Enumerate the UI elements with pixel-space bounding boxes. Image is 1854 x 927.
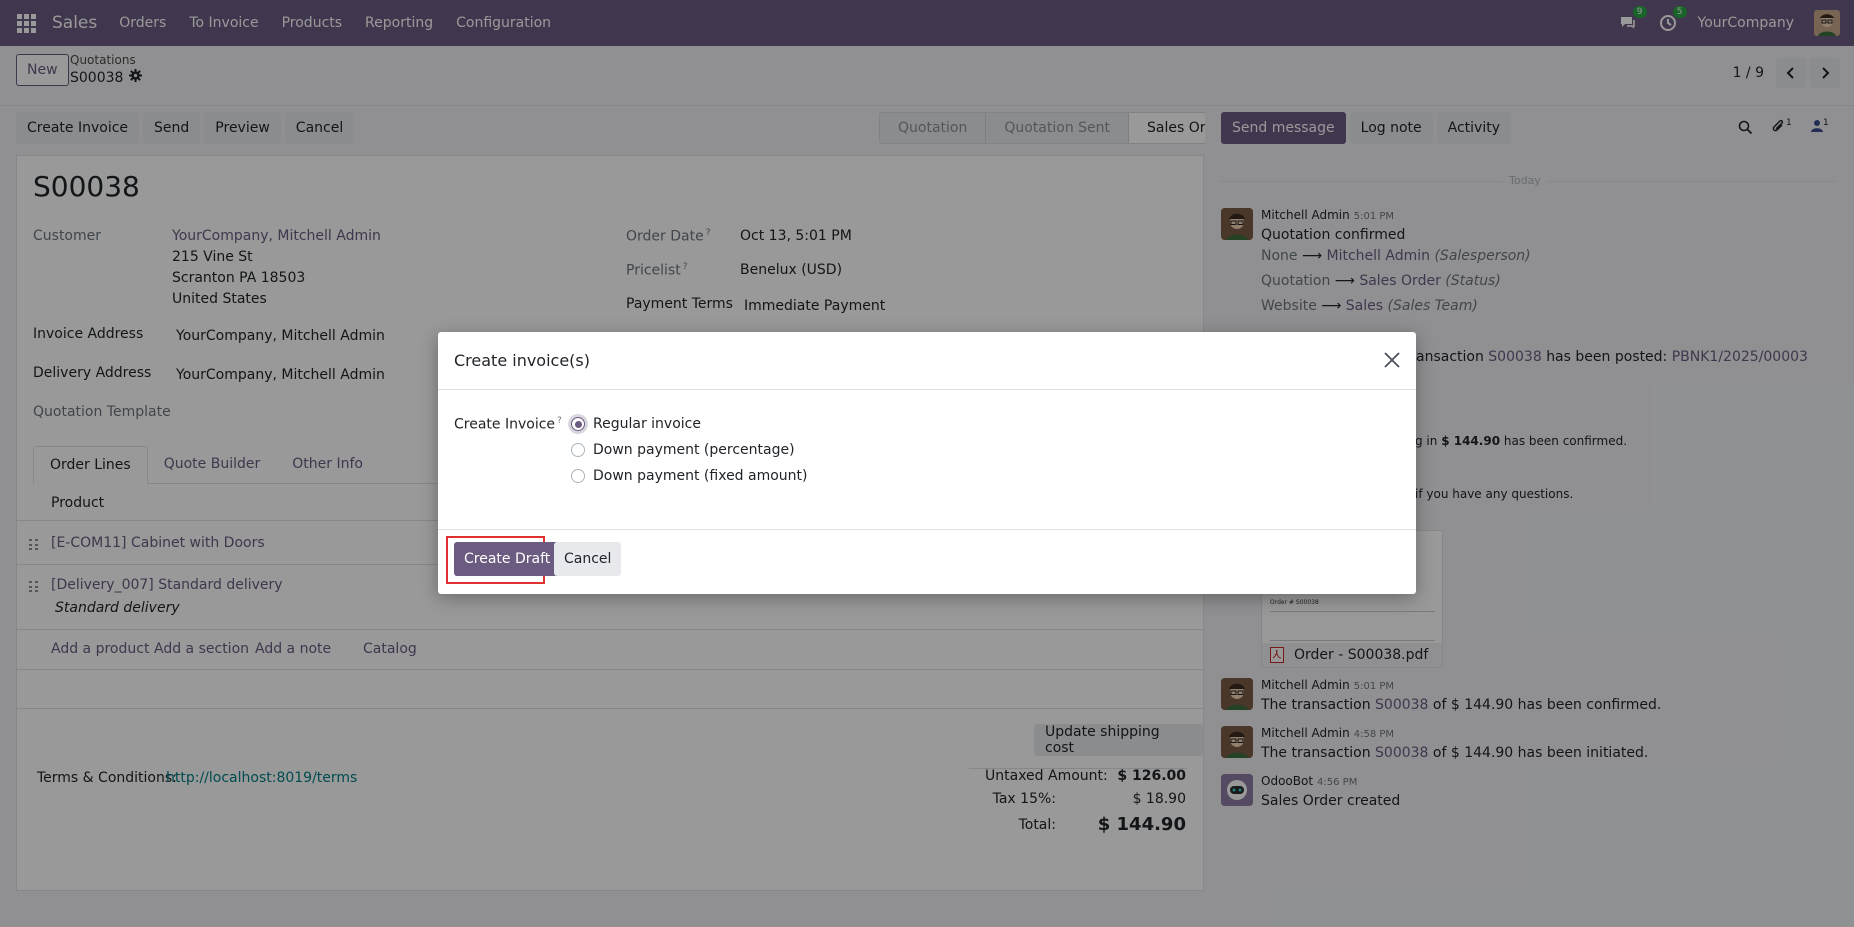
radio-label: Regular invoice xyxy=(593,416,701,432)
radio-down-payment-percentage[interactable]: Down payment (percentage) xyxy=(571,442,795,458)
radio-down-payment-fixed[interactable]: Down payment (fixed amount) xyxy=(571,468,808,484)
radio-button[interactable] xyxy=(571,469,585,483)
dialog-header: Create invoice(s) xyxy=(438,332,1416,390)
radio-button[interactable] xyxy=(571,443,585,457)
create-draft-button[interactable]: Create Draft xyxy=(454,542,561,576)
create-invoice-label: Create Invoice? xyxy=(454,416,562,433)
radio-button[interactable] xyxy=(571,417,585,431)
radio-label: Down payment (fixed amount) xyxy=(593,468,808,484)
radio-label: Down payment (percentage) xyxy=(593,442,795,458)
dialog-title: Create invoice(s) xyxy=(454,351,590,370)
create-invoice-dialog: Create invoice(s) Create Invoice? Regula… xyxy=(438,332,1416,594)
radio-regular-invoice[interactable]: Regular invoice xyxy=(571,416,701,432)
dialog-body: Create Invoice? Regular invoice Down pay… xyxy=(438,390,1416,530)
dialog-footer: Create Draft Cancel xyxy=(438,530,1416,593)
close-icon[interactable] xyxy=(1382,350,1402,370)
dialog-cancel-button[interactable]: Cancel xyxy=(554,542,622,576)
